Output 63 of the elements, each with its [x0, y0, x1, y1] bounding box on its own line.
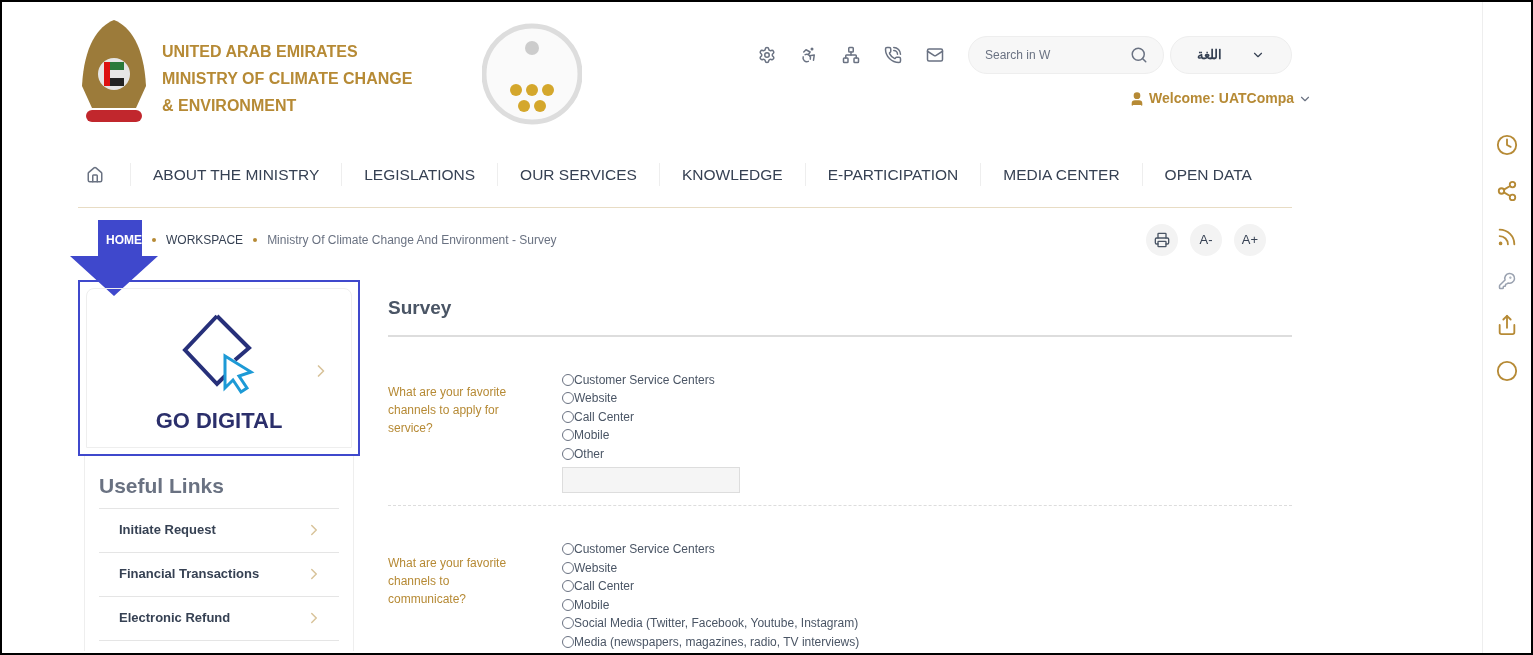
rss-icon[interactable] — [1496, 226, 1518, 248]
accessibility-icon[interactable] — [800, 46, 818, 64]
radio-icon[interactable] — [562, 410, 574, 423]
search-icon[interactable] — [1130, 46, 1148, 64]
radio-option[interactable]: Customer Service Centers — [562, 540, 860, 559]
go-digital-card[interactable]: GO DIGITAL — [86, 288, 352, 448]
other-input-field[interactable] — [562, 467, 740, 493]
radio-icon[interactable] — [562, 580, 574, 593]
breadcrumb-link[interactable]: WORKSPACE — [166, 231, 244, 249]
useful-link[interactable]: Financial Transactions — [99, 552, 339, 597]
ministry-name: UNITED ARAB EMIRATES — [162, 42, 359, 62]
share-icon[interactable] — [1496, 180, 1518, 202]
sitemap-icon[interactable] — [842, 46, 860, 64]
nav-link[interactable]: OPEN DATA — [1141, 162, 1274, 187]
ministry-name: & ENVIRONMENT — [162, 96, 298, 116]
language-dropdown[interactable]: اللغة — [1170, 36, 1292, 74]
font-size-button[interactable]: A- — [1190, 224, 1222, 256]
search-field[interactable]: Search in W — [968, 36, 1164, 74]
radio-option[interactable]: Media (newspapers, magazines, radio, TV interviews) — [562, 632, 860, 651]
printer-icon — [1154, 232, 1170, 248]
radio-option[interactable]: Website — [562, 389, 740, 408]
useful-link[interactable]: Electronic Refund — [99, 596, 339, 641]
nav-link[interactable]: ABOUT THE MINISTRY — [130, 162, 342, 187]
question-text: What are your favorite channels to apply for service? — [388, 383, 508, 437]
useful-links-title: Useful Links — [99, 470, 339, 509]
ministry-name: MINISTRY OF CLIMATE CHANGE — [162, 69, 413, 89]
key-icon[interactable] — [1498, 272, 1516, 290]
upload-icon[interactable] — [1496, 314, 1518, 336]
print-button[interactable] — [1146, 224, 1178, 256]
radio-icon[interactable] — [562, 617, 574, 630]
font-size-button[interactable]: A+ — [1234, 224, 1266, 256]
mail-icon[interactable] — [926, 46, 944, 64]
radio-icon[interactable] — [562, 447, 574, 460]
radio-option[interactable]: Call Center — [562, 407, 740, 426]
nav-link[interactable]: E-PARTICIPATION — [804, 162, 981, 187]
radio-icon[interactable] — [562, 635, 574, 648]
nav-link[interactable]: LEGISLATIONS — [341, 162, 498, 187]
radio-icon[interactable] — [562, 561, 574, 574]
useful-link[interactable]: Initiate Request — [99, 508, 339, 553]
radio-icon[interactable] — [562, 429, 574, 442]
survey-title: Survey — [388, 294, 1292, 337]
radio-option[interactable]: Mobile — [562, 595, 860, 614]
radio-option[interactable]: Website — [562, 558, 860, 577]
breadcrumb-link[interactable]: Ministry Of Climate Change And Environment - Survey — [267, 231, 557, 249]
settings-icon[interactable] — [758, 46, 776, 64]
nav-link[interactable]: OUR SERVICES — [497, 162, 659, 187]
radio-option[interactable]: Social Media (Twitter, Facebook, Youtube, Instagram) — [562, 614, 860, 633]
radio-option[interactable]: Mobile — [562, 426, 740, 445]
radio-icon[interactable] — [562, 392, 574, 405]
question-text: What are your favorite channels to communicate? — [388, 555, 508, 608]
nav-link[interactable]: MEDIA CENTER — [980, 162, 1142, 187]
home-icon[interactable] — [86, 165, 104, 184]
radio-option[interactable]: Other — [562, 444, 740, 463]
radio-icon[interactable] — [562, 598, 574, 611]
circle-icon[interactable] — [1496, 360, 1518, 382]
clock-icon[interactable] — [1496, 134, 1518, 156]
radio-icon[interactable] — [562, 543, 574, 556]
radio-option[interactable]: Call Center — [562, 577, 860, 596]
nav-link[interactable]: KNOWLEDGE — [658, 162, 805, 187]
breadcrumb-link[interactable]: HOME — [106, 231, 142, 249]
phone-icon[interactable] — [884, 46, 902, 64]
radio-icon[interactable] — [562, 373, 574, 386]
radio-option[interactable]: Customer Service Centers — [562, 370, 740, 389]
